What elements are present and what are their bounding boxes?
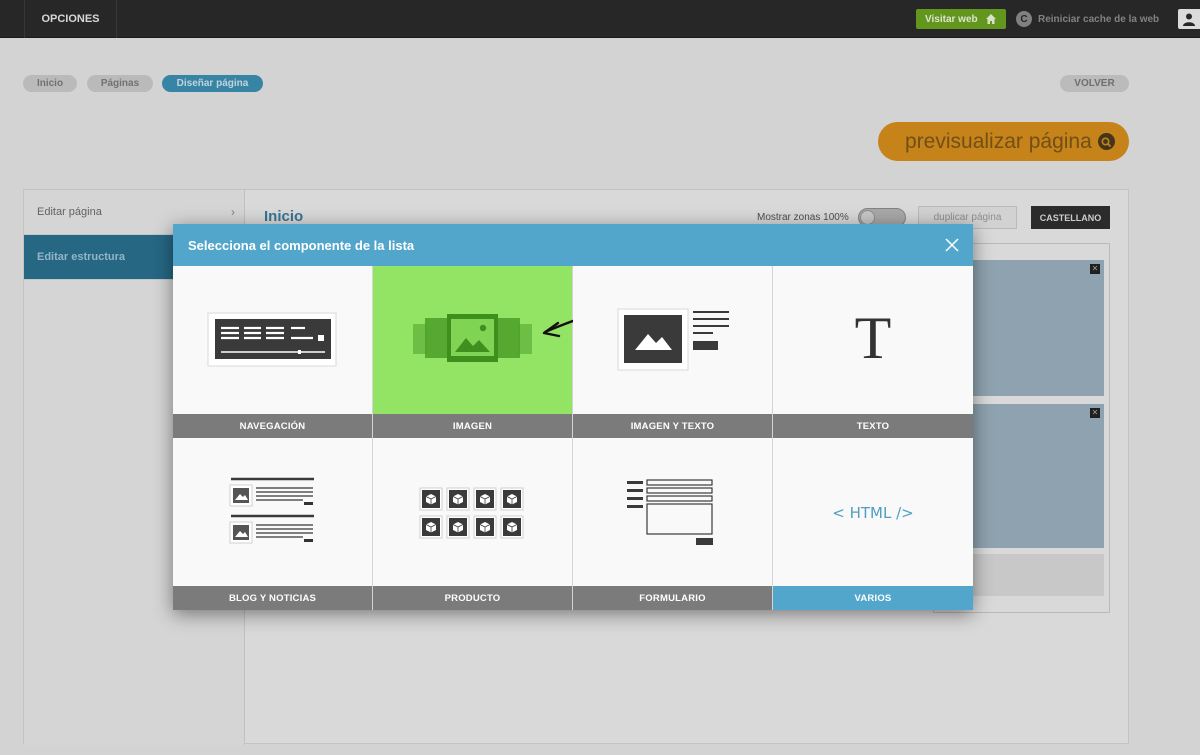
component-label: VARIOS bbox=[773, 586, 973, 610]
component-producto[interactable]: PRODUCTO bbox=[373, 438, 573, 610]
blog-icon bbox=[229, 477, 314, 544]
text-icon: T bbox=[854, 305, 892, 371]
component-label: PRODUCTO bbox=[373, 586, 572, 610]
image-slider-icon bbox=[413, 314, 573, 362]
component-imagen-y-texto[interactable]: IMAGEN Y TEXTO bbox=[573, 266, 773, 438]
component-imagen[interactable]: IMAGEN bbox=[373, 266, 573, 438]
component-label: TEXTO bbox=[773, 414, 973, 438]
component-formulario[interactable]: FORMULARIO bbox=[573, 438, 773, 610]
product-icon bbox=[419, 487, 524, 539]
image-text-icon bbox=[617, 308, 729, 371]
component-picker-dialog: Selecciona el componente de la lista NAV… bbox=[173, 224, 973, 610]
navigation-icon bbox=[207, 312, 337, 367]
component-varios[interactable]: < HTML /> VARIOS bbox=[773, 438, 973, 610]
component-texto[interactable]: T TEXTO bbox=[773, 266, 973, 438]
component-label: NAVEGACIÓN bbox=[173, 414, 372, 438]
dialog-header: Selecciona el componente de la lista bbox=[173, 224, 973, 266]
component-navegacion[interactable]: NAVEGACIÓN bbox=[173, 266, 373, 438]
component-label: BLOG Y NOTICIAS bbox=[173, 586, 372, 610]
component-label: IMAGEN Y TEXTO bbox=[573, 414, 772, 438]
component-label: FORMULARIO bbox=[573, 586, 772, 610]
component-blog-y-noticias[interactable]: BLOG Y NOTICIAS bbox=[173, 438, 373, 610]
html-icon: < HTML /> bbox=[832, 504, 914, 522]
close-icon[interactable] bbox=[944, 237, 960, 253]
form-icon bbox=[627, 479, 713, 545]
component-label: IMAGEN bbox=[373, 414, 572, 438]
component-grid: NAVEGACIÓN IMAGEN IMAGEN Y TEXTO T TEXTO… bbox=[173, 266, 973, 610]
dialog-title: Selecciona el componente de la lista bbox=[188, 237, 415, 253]
